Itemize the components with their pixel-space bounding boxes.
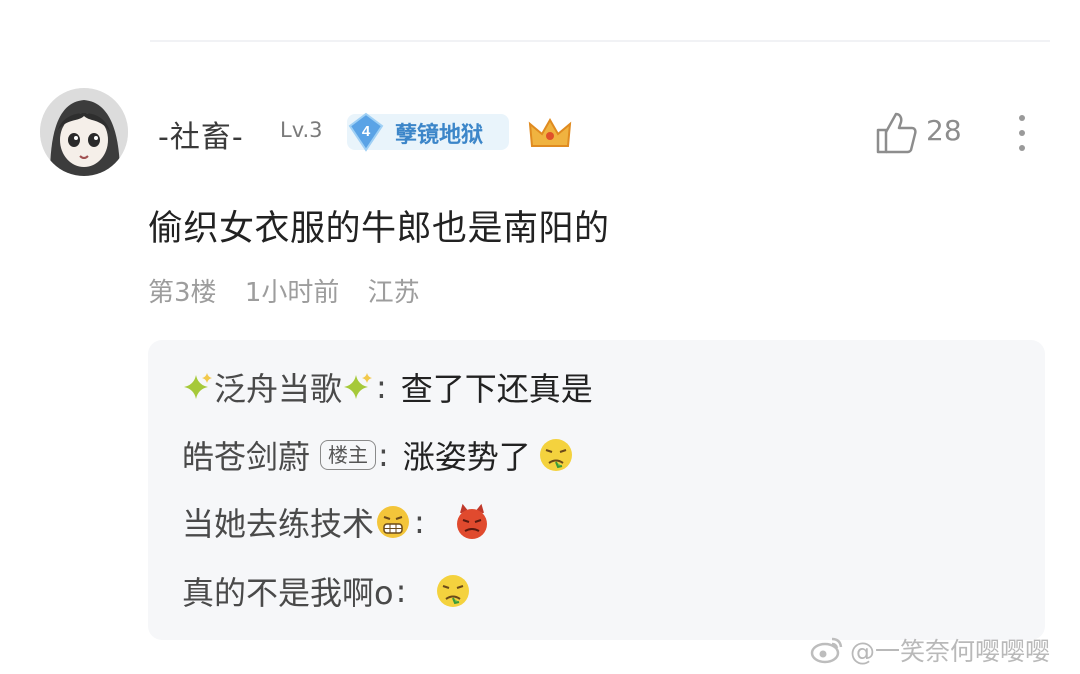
reply-item[interactable]: 真的不是我啊o : [182, 566, 472, 616]
reply-message-text: 涨姿势了 [402, 438, 531, 476]
level-badge: Lv.3 [280, 118, 323, 142]
thumbs-up-icon[interactable] [874, 110, 918, 156]
reply-username-text: 泛舟当歌 [214, 370, 343, 408]
location: 江苏 [367, 278, 420, 308]
reply-item[interactable]: 泛舟当歌 : 查了下还真是 [182, 362, 593, 412]
crown-icon [528, 116, 572, 150]
reply-item[interactable]: 皓苍剑蔚 楼主 : 涨姿势了 [182, 430, 575, 480]
reply-message: 涨姿势了 [403, 432, 575, 478]
username[interactable]: -社畜- [158, 112, 244, 156]
badge-label: 孽镜地狱 [395, 123, 484, 148]
sparkle-icon [182, 371, 214, 403]
reply-username-text: 皓苍剑蔚 [182, 438, 311, 476]
watermark: @一笑奈何嘤嘤嘤 [810, 632, 1050, 668]
like-count: 28 [926, 114, 962, 147]
angry-devil-emoji-icon [453, 503, 491, 541]
floor-number: 第3楼 [148, 278, 217, 308]
sparkle-icon [342, 371, 374, 403]
more-options-icon[interactable] [1012, 110, 1032, 156]
reply-item[interactable]: 当她去练技术 : [182, 497, 491, 547]
reply-username[interactable]: 皓苍剑蔚 楼主 [182, 432, 377, 478]
reply-colon: : [395, 572, 407, 610]
reply-colon: : [378, 436, 389, 474]
top-divider [150, 40, 1050, 42]
reply-username-text: 当她去练技术 [182, 505, 375, 543]
reply-colon: : [376, 368, 387, 406]
reply-username[interactable]: 当她去练技术 [182, 499, 412, 545]
diamond-icon: 4 [347, 112, 385, 152]
reply-message [420, 572, 472, 610]
reply-colon: : [414, 503, 425, 541]
disgust-emoji-icon [537, 436, 575, 474]
timestamp: 1小时前 [244, 278, 340, 308]
reply-username[interactable]: 真的不是我啊o [182, 568, 394, 614]
reply-username-text: 真的不是我啊o [182, 574, 394, 612]
weibo-icon [810, 635, 844, 665]
comment-text: 偷织女衣服的牛郎也是南阳的 [148, 209, 610, 249]
avatar[interactable] [40, 88, 128, 176]
badge-number: 4 [362, 123, 371, 140]
reply-username[interactable]: 泛舟当歌 [182, 364, 374, 410]
reply-message: 查了下还真是 [400, 370, 593, 408]
watermark-text: @一笑奈何嘤嘤嘤 [850, 637, 1051, 666]
grimace-emoji-icon [374, 503, 412, 541]
host-tag: 楼主 [320, 440, 377, 470]
comment-meta: 第3楼 1小时前 江苏 [148, 272, 440, 309]
reply-message [439, 503, 491, 541]
disgust-emoji-icon [434, 572, 472, 610]
